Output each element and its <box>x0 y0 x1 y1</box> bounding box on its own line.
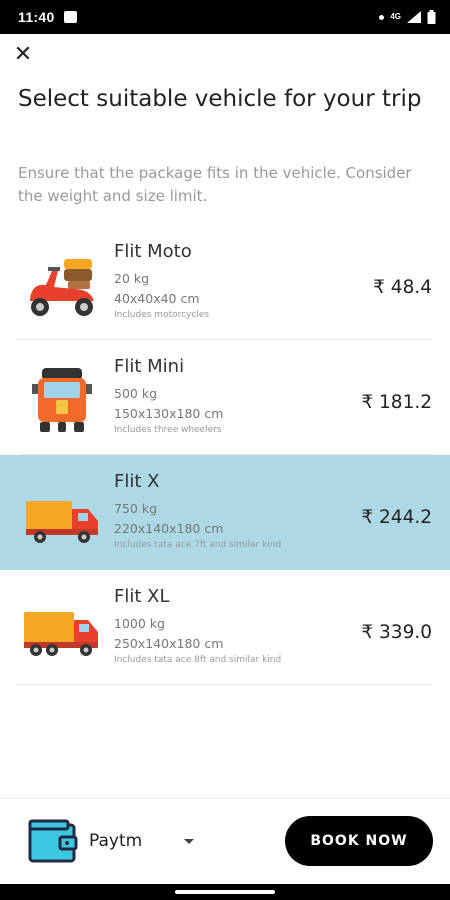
vehicle-price: ₹ 181.2 <box>361 392 432 413</box>
vehicle-weight: 750 kg <box>114 501 158 516</box>
vehicle-weight: 500 kg <box>114 386 158 401</box>
vehicle-weight: 20 kg <box>114 271 150 286</box>
small-truck-icon <box>26 501 98 543</box>
network-type: 4G <box>390 12 401 21</box>
home-handle[interactable] <box>175 890 275 894</box>
book-now-button[interactable]: BOOK NOW <box>285 816 433 866</box>
status-bar: 11:40 4G <box>0 0 450 34</box>
battery-icon <box>427 10 436 24</box>
vehicle-note: Includes tata ace 8ft and similar kind <box>114 655 282 665</box>
vehicle-note: Includes three wheelers <box>114 425 222 435</box>
vehicle-price: ₹ 48.4 <box>373 277 432 298</box>
vehicle-size: 220x140x180 cm <box>114 521 224 536</box>
auto-rickshaw-icon <box>32 368 92 432</box>
notification-dot-icon <box>379 14 385 20</box>
vehicle-name: Flit X <box>114 471 160 492</box>
vehicle-price: ₹ 339.0 <box>361 622 432 643</box>
status-time: 11:40 <box>18 9 55 25</box>
vehicle-option-flit-xl[interactable]: Flit XL 1000 kg 250x140x180 cm Includes … <box>0 570 450 685</box>
status-indicators: 4G <box>379 10 436 24</box>
vehicle-name: Flit XL <box>114 586 170 607</box>
scooter-icon <box>30 259 94 316</box>
vehicle-name: Flit Mini <box>114 356 185 377</box>
payment-method-label[interactable]: Paytm <box>89 831 142 851</box>
vehicle-option-flit-x[interactable]: Flit X 750 kg 220x140x180 cm Includes ta… <box>0 455 450 570</box>
vehicle-price: ₹ 244.2 <box>361 507 432 528</box>
page-subtitle: Ensure that the package fits in the vehi… <box>18 164 412 205</box>
vehicle-size: 40x40x40 cm <box>114 291 200 306</box>
signal-icon <box>407 11 421 23</box>
vehicle-note: Includes motorcycles <box>114 310 210 320</box>
large-truck-icon <box>24 612 98 656</box>
chevron-down-icon[interactable] <box>184 839 194 844</box>
vehicle-size: 250x140x180 cm <box>114 636 224 651</box>
notification-image-icon <box>63 11 77 23</box>
system-nav-bar <box>0 884 450 900</box>
vehicle-size: 150x130x180 cm <box>114 406 224 421</box>
page-title: Select suitable vehicle for your trip <box>18 86 422 112</box>
close-icon[interactable]: ✕ <box>10 42 36 68</box>
vehicle-option-flit-moto[interactable]: Flit Moto 20 kg 40x40x40 cm Includes mot… <box>0 225 450 340</box>
vehicle-option-flit-mini[interactable]: Flit Mini 500 kg 150x130x180 cm Includes… <box>0 340 450 455</box>
vehicle-note: Includes tata ace 7ft and similar kind <box>114 540 282 550</box>
divider <box>18 684 432 685</box>
wallet-icon <box>28 819 78 863</box>
bottom-bar: Paytm BOOK NOW <box>0 798 450 884</box>
vehicle-list: Flit Moto 20 kg 40x40x40 cm Includes mot… <box>0 225 450 685</box>
vehicle-name: Flit Moto <box>114 241 192 262</box>
vehicle-weight: 1000 kg <box>114 616 165 631</box>
